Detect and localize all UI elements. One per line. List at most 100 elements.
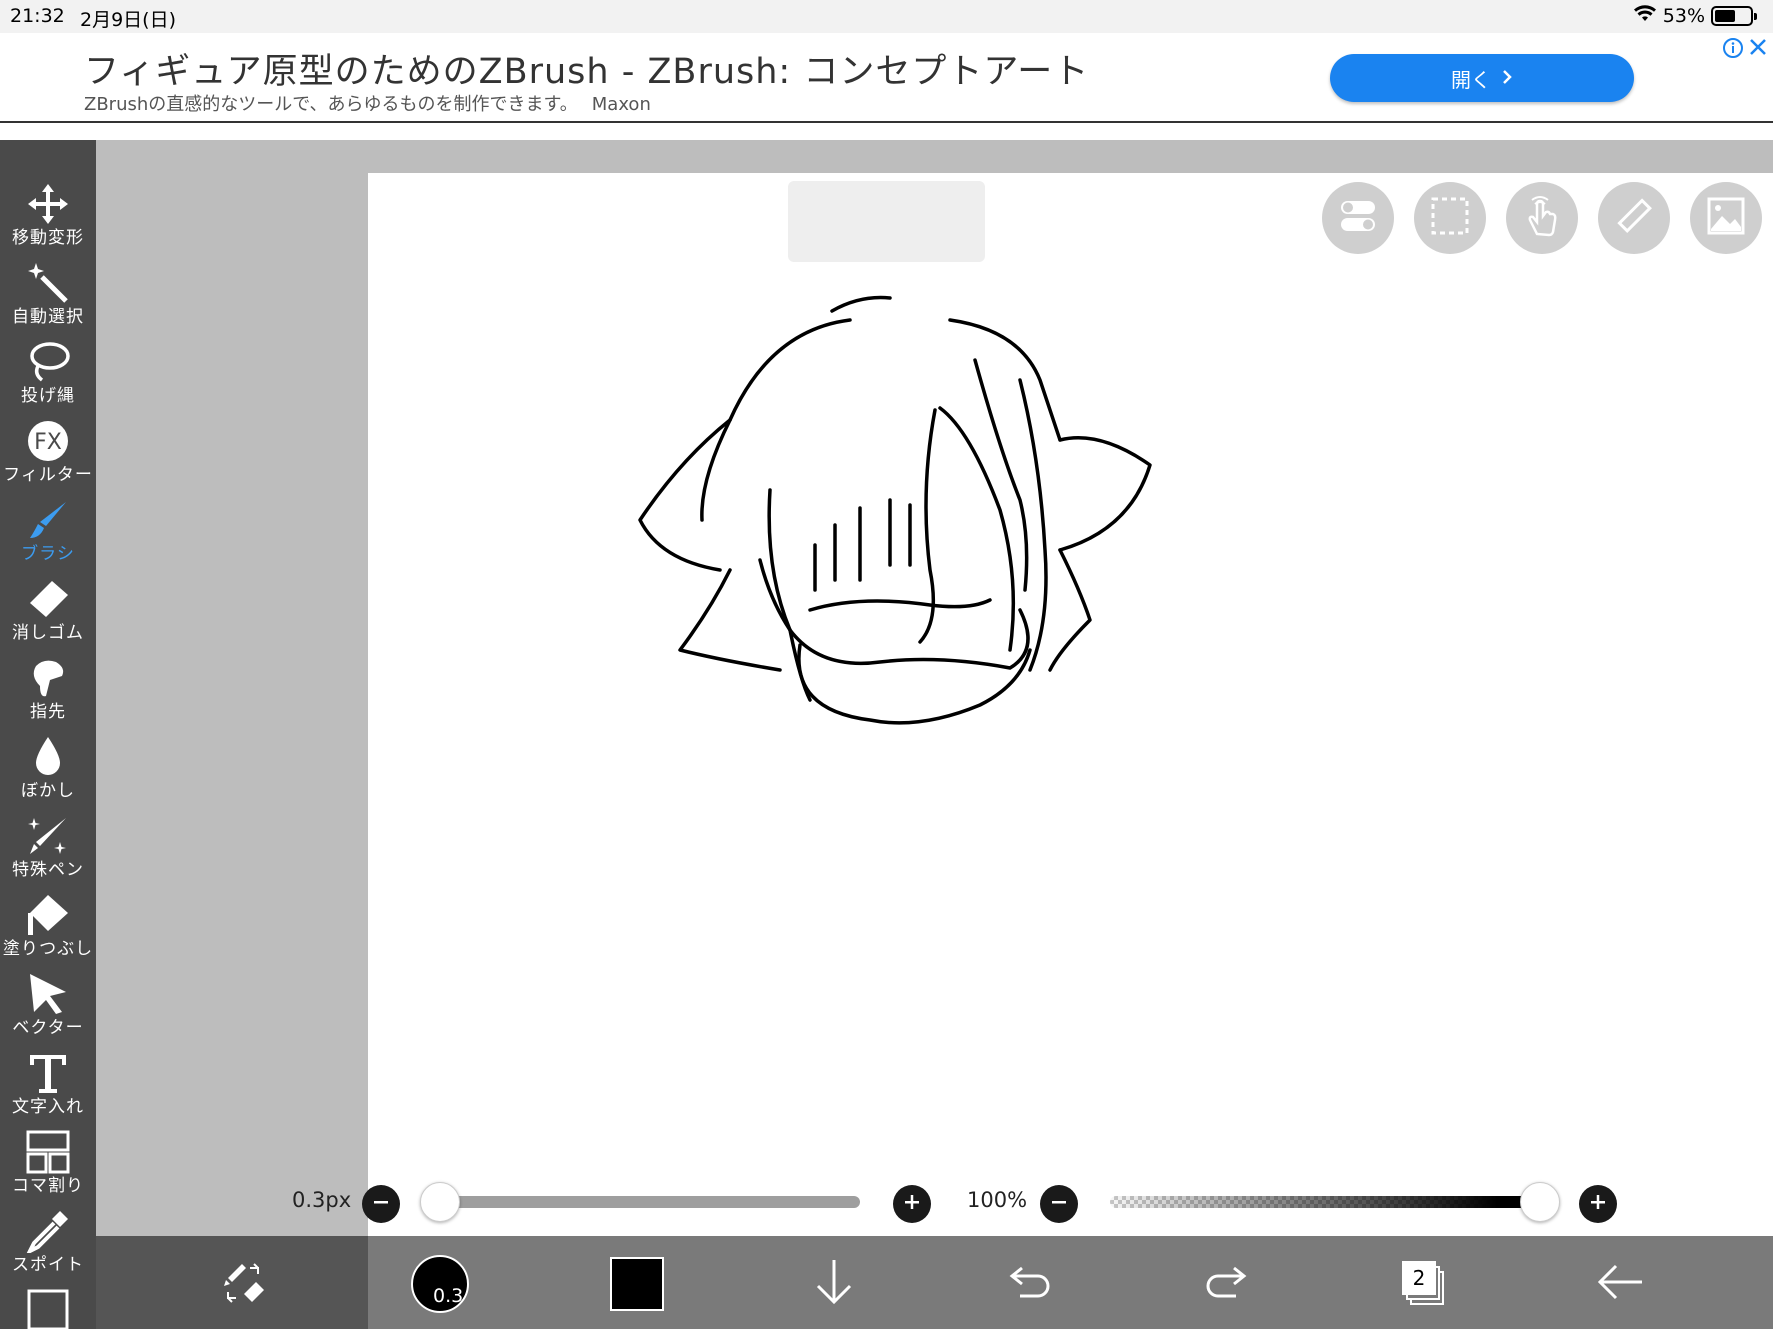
image-button[interactable] <box>1690 182 1762 254</box>
bottom-toolbar <box>96 1236 1773 1329</box>
ruler-icon <box>1614 196 1654 240</box>
redo-button[interactable] <box>1186 1240 1266 1328</box>
blur-drop-icon <box>24 733 72 781</box>
lasso-icon <box>24 338 72 386</box>
status-right: 53% <box>1633 4 1757 27</box>
layer-count: 2 <box>1402 1261 1436 1295</box>
tool-canvas[interactable] <box>0 1286 96 1329</box>
plus-icon <box>1590 1194 1606 1214</box>
image-icon <box>1706 196 1746 240</box>
tool-eraser[interactable]: 消しゴム <box>0 575 96 654</box>
download-button[interactable] <box>794 1240 874 1328</box>
tool-finger[interactable]: 指先 <box>0 654 96 733</box>
ad-banner[interactable]: フィギュア原型のためのZBrush - ZBrush: コンセプトアート ZBr… <box>0 33 1773 123</box>
tool-label: ぼかし <box>21 781 75 801</box>
back-button[interactable] <box>1580 1240 1660 1328</box>
app-root: 21:32 2月9日(日) 53% フィギュア原型のためのZBrush - ZB… <box>0 0 1773 1329</box>
plus-icon <box>904 1194 920 1214</box>
move-icon <box>24 180 72 228</box>
layers-icon: 2 <box>1402 1261 1446 1307</box>
redo-icon <box>1204 1262 1248 1306</box>
tool-move-transform[interactable]: 移動変形 <box>0 180 96 259</box>
size-decrease-button[interactable] <box>362 1185 400 1223</box>
fill-bucket-icon <box>24 891 72 939</box>
canvas-frame-icon <box>24 1286 72 1329</box>
undo-icon <box>1008 1262 1052 1306</box>
color-button[interactable] <box>597 1240 677 1328</box>
brush-size-button[interactable]: 0.3 <box>400 1240 480 1328</box>
tool-text[interactable]: 文字入れ <box>0 1049 96 1128</box>
ad-close-icon[interactable] <box>1748 37 1770 59</box>
tool-label: 塗りつぶし <box>2 939 94 959</box>
eyedropper-icon <box>24 1207 72 1255</box>
ad-info-icon[interactable] <box>1722 37 1746 61</box>
ad-description: ZBrushの直感的なツールで、あらゆるものを制作できます。 <box>84 94 578 115</box>
wifi-icon <box>1633 4 1657 27</box>
tool-label: 自動選択 <box>12 307 84 327</box>
tool-special-pen[interactable]: 特殊ペン <box>0 812 96 891</box>
swap-brush-eraser-button[interactable] <box>204 1240 284 1328</box>
eraser-icon <box>24 575 72 623</box>
brush-size-label: 0.3px <box>292 1188 352 1212</box>
battery-icon <box>1711 5 1757 26</box>
tool-auto-select[interactable]: 自動選択 <box>0 259 96 338</box>
status-bar: 21:32 2月9日(日) 53% <box>0 0 1773 33</box>
tool-label: 消しゴム <box>12 623 84 643</box>
swap-pen-eraser-icon <box>220 1260 268 1308</box>
tool-label: 文字入れ <box>12 1097 84 1117</box>
tool-label: 移動変形 <box>12 228 84 248</box>
sketch-drawing <box>638 295 1152 725</box>
vector-arrow-icon <box>24 970 72 1018</box>
tool-label: スポイト <box>12 1255 84 1275</box>
opacity-decrease-button[interactable] <box>1040 1185 1078 1223</box>
tool-brush[interactable]: ブラシ <box>0 496 96 575</box>
tool-label: コマ割り <box>12 1176 84 1196</box>
minus-icon <box>1051 1194 1067 1214</box>
tool-fill[interactable]: 塗りつぶし <box>0 891 96 970</box>
touch-mode-button[interactable] <box>1506 182 1578 254</box>
selection-rect-icon <box>1430 196 1470 240</box>
brush-icon <box>24 496 72 544</box>
arrow-down-icon <box>814 1258 854 1310</box>
chevron-right-icon <box>1501 66 1513 90</box>
current-color-swatch <box>610 1257 664 1311</box>
opacity-label: 100% <box>967 1188 1028 1212</box>
ad-open-label: 開く <box>1451 67 1491 92</box>
ruler-button[interactable] <box>1598 182 1670 254</box>
tool-label: フィルター <box>3 465 93 485</box>
undo-button[interactable] <box>990 1240 1070 1328</box>
opacity-increase-button[interactable] <box>1579 1185 1617 1223</box>
panel-icon <box>24 1128 72 1176</box>
minus-icon <box>373 1194 389 1214</box>
arrow-left-icon <box>1596 1262 1644 1306</box>
brush-size-slider[interactable] <box>440 1196 860 1208</box>
ad-open-button[interactable]: 開く <box>1330 54 1634 102</box>
opacity-slider[interactable] <box>1110 1196 1540 1208</box>
status-time: 21:32 <box>10 5 65 27</box>
tool-vector[interactable]: ベクター <box>0 970 96 1049</box>
ad-subtext: ZBrushの直感的なツールで、あらゆるものを制作できます。 Maxon <box>84 90 651 116</box>
opacity-knob[interactable] <box>1520 1182 1560 1222</box>
tool-eyedropper[interactable]: スポイト <box>0 1207 96 1286</box>
size-increase-button[interactable] <box>893 1185 931 1223</box>
selection-button[interactable] <box>1414 182 1486 254</box>
ad-brand: Maxon <box>591 94 651 115</box>
tool-label: ブラシ <box>21 544 75 564</box>
tool-lasso[interactable]: 投げ縄 <box>0 338 96 417</box>
settings-toggle-button[interactable] <box>1322 182 1394 254</box>
tool-filter[interactable]: FX フィルター <box>0 417 96 496</box>
hand-touch-icon <box>1522 194 1562 242</box>
layers-button[interactable]: 2 <box>1384 1240 1464 1328</box>
magic-wand-icon <box>24 259 72 307</box>
tool-label: 特殊ペン <box>12 860 84 880</box>
battery-percent: 53% <box>1662 4 1705 27</box>
tool-panel[interactable]: コマ割り <box>0 1128 96 1207</box>
fx-icon: FX <box>24 417 72 465</box>
brush-size-knob[interactable] <box>420 1182 460 1222</box>
layer-thumbnail[interactable] <box>788 181 985 262</box>
tool-blur[interactable]: ぼかし <box>0 733 96 812</box>
tool-label: 投げ縄 <box>21 386 75 406</box>
toggle-icon <box>1338 198 1378 238</box>
svg-text:FX: FX <box>34 430 62 455</box>
brush-size-badge: 0.3 <box>433 1285 464 1307</box>
